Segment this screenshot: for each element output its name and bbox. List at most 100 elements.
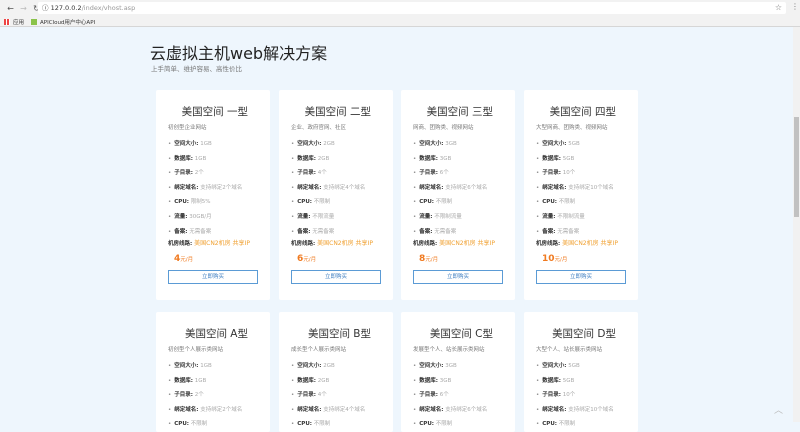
spec-value: 30GB/月: [189, 213, 212, 220]
spec-label: 空间大小:: [297, 363, 322, 369]
spec-value: 2GB: [317, 155, 330, 162]
url-host: 127.0.0.2: [50, 4, 82, 12]
spec-item: 数据库: 3GB: [413, 374, 515, 389]
spec-label: 数据库:: [297, 155, 316, 162]
spec-label: 流量:: [297, 213, 311, 220]
buy-now-button[interactable]: 立即购买: [168, 270, 258, 285]
spec-value: 3GB: [445, 141, 457, 147]
spec-value: 无需备案: [189, 228, 212, 235]
bookmarks-bar: 应用 APICloud用户中心API: [0, 16, 800, 27]
spec-item: 子目录: 10个: [536, 388, 638, 403]
spec-value: 3GB: [439, 155, 452, 162]
plan-price: 4元/月: [156, 252, 270, 270]
spec-label: 子目录:: [419, 170, 438, 177]
bookmark-apicloud[interactable]: APICloud用户中心API: [40, 18, 95, 26]
back-icon[interactable]: ←: [4, 4, 17, 13]
buy-now-button[interactable]: 立即购买: [291, 270, 381, 285]
spec-item: 流量: 不限制流量: [536, 210, 638, 225]
spec-label: 数据库:: [419, 155, 438, 162]
page-subtitle: 上手简单、维护容易、高性价比: [151, 65, 242, 73]
spec-item: 空间大小: 5GB: [536, 137, 638, 152]
spec-value: 支持绑定6个域名: [445, 184, 488, 191]
machine-label: 机房线路:: [168, 241, 193, 248]
spec-value: 10个: [562, 170, 576, 177]
address-bar[interactable]: ⓘ 127.0.0.2/index/vhost.asp ☆: [38, 2, 786, 14]
plan-desc: 网商、团购类、视频网站: [413, 125, 474, 131]
spec-value: 不限制: [558, 199, 576, 206]
page-title: 云虚拟主机web解决方案: [150, 44, 328, 63]
spec-item: 流量: 不限制流量: [413, 210, 515, 225]
spec-value: 不限制: [435, 421, 453, 428]
spec-item: CPU: 限制5%: [168, 195, 270, 210]
ip-value: 共享IP: [232, 240, 250, 248]
spec-value: 2GB: [317, 377, 330, 384]
spec-label: CPU:: [174, 421, 189, 428]
spec-value: 1GB: [200, 141, 212, 147]
spec-value: 1GB: [194, 377, 207, 384]
spec-value: 支持绑定4个域名: [323, 406, 366, 413]
spec-value: 支持绑定2个域名: [200, 406, 243, 413]
scrollbar[interactable]: [793, 27, 800, 422]
spec-label: 空间大小:: [542, 363, 567, 369]
machine-value: 美国CN2机房: [194, 240, 231, 248]
spec-item: CPU: 不限制: [168, 417, 270, 432]
plan-card: 美国空间 四型 大型网商、团购类、视频网站空间大小: 5GB数据库: 5GB子目…: [524, 90, 638, 300]
spec-item: 备案: 无需备案: [168, 225, 270, 240]
spec-label: 子目录:: [419, 392, 438, 399]
plan-name: 美国空间 三型: [426, 106, 493, 118]
spec-label: 数据库:: [542, 155, 561, 162]
spec-value: 5GB: [562, 155, 575, 162]
spec-item: 子目录: 6个: [413, 166, 515, 181]
plan-name: 美国空间 一型: [181, 106, 248, 118]
spec-item: 空间大小: 2GB: [291, 359, 393, 374]
spec-item: 绑定域名: 支持绑定6个域名: [413, 403, 515, 418]
plan-name: 美国空间 D型: [552, 328, 616, 340]
spec-item: 绑定域名: 支持绑定10个域名: [536, 403, 638, 418]
spec-value: 1GB: [200, 363, 212, 369]
spec-value: 5GB: [568, 363, 580, 369]
spec-value: 不限制: [313, 199, 331, 206]
spec-item: 流量: 30GB/月: [168, 210, 270, 225]
spec-label: CPU:: [542, 421, 557, 428]
spec-label: 备案:: [419, 228, 433, 235]
spec-label: 子目录:: [297, 170, 316, 177]
url-path: /index/vhost.asp: [81, 4, 136, 12]
spec-value: 不限制: [190, 421, 208, 428]
bookmark-star-icon[interactable]: ☆: [775, 2, 782, 14]
machine-line: 机房线路: 美国CN2机房 共享IP: [524, 239, 638, 252]
spec-value: 2个: [194, 170, 204, 177]
back-to-top-icon[interactable]: ︿: [774, 403, 783, 416]
spec-item: 绑定域名: 支持绑定10个域名: [536, 181, 638, 196]
spec-value: 不限制流量: [434, 213, 462, 220]
plan-card: 美国空间 D型 大型个人、站长展示类网站空间大小: 5GB数据库: 5GB子目录…: [524, 312, 638, 432]
forward-icon[interactable]: →: [17, 4, 30, 13]
spec-label: 备案:: [542, 228, 556, 235]
plan-name: 美国空间 A型: [184, 328, 248, 340]
apicloud-icon: [31, 18, 38, 25]
price-unit: 元/月: [554, 257, 568, 264]
plan-card: 美国空间 一型 初创型企业网站空间大小: 1GB数据库: 1GB子目录: 2个绑…: [156, 90, 270, 300]
spec-item: 数据库: 2GB: [291, 152, 393, 167]
plan-name: 美国空间 二型: [304, 106, 371, 118]
spec-label: 空间大小:: [419, 363, 444, 369]
spec-item: CPU: 不限制: [291, 195, 393, 210]
spec-item: 数据库: 5GB: [536, 374, 638, 389]
spec-label: 绑定域名:: [174, 406, 199, 413]
spec-label: 数据库:: [542, 377, 561, 384]
plan-name: 美国空间 C型: [429, 328, 493, 340]
machine-line: 机房线路: 美国CN2机房 共享IP: [401, 239, 515, 252]
spec-value: 6个: [439, 392, 449, 399]
buy-now-button[interactable]: 立即购买: [413, 270, 503, 285]
spec-item: 备案: 无需备案: [536, 225, 638, 240]
bookmark-apps[interactable]: 应用: [13, 18, 24, 26]
buy-now-button[interactable]: 立即购买: [536, 270, 626, 285]
menu-icon[interactable]: ⋮: [791, 2, 799, 11]
plan-card: 美国空间 A型 初创型个人展示类网站空间大小: 1GB数据库: 1GB子目录: …: [156, 312, 270, 432]
spec-item: 子目录: 4个: [291, 388, 393, 403]
price-value: 10: [542, 254, 555, 265]
scrollbar-thumb[interactable]: [794, 117, 799, 217]
spec-value: 1GB: [194, 155, 207, 162]
price-unit: 元/月: [303, 257, 317, 264]
plan-desc: 初创型企业网站: [168, 125, 207, 131]
spec-label: 子目录:: [297, 392, 316, 399]
